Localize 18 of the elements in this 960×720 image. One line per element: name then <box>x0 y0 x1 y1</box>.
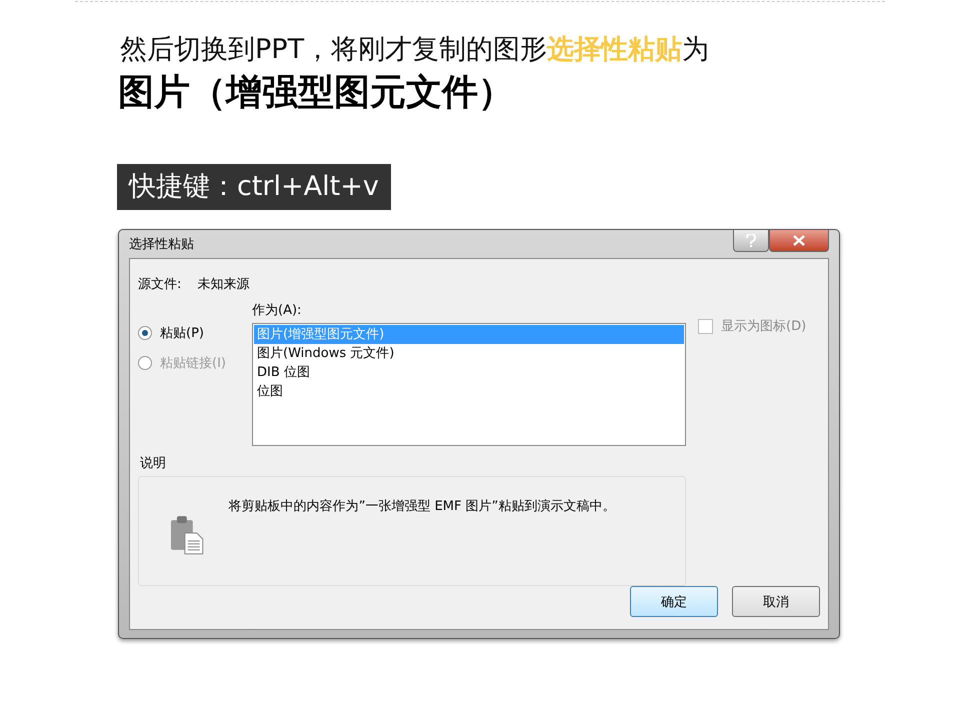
slide-subheading: 图片（增强型图元文件） <box>117 71 515 115</box>
dialog-button[interactable]: 取消 <box>732 586 820 617</box>
group-title: 说明 <box>139 455 167 472</box>
source-value: 未知来源 <box>197 276 250 293</box>
list-item[interactable]: 位图 <box>254 382 684 401</box>
slide-heading: 然后切换到PPT，将刚才复制的图形选择性粘贴为 <box>119 33 710 67</box>
close-icon[interactable] <box>769 230 829 252</box>
source-label: 源文件: <box>138 276 182 293</box>
dialog-title: 选择性粘贴 <box>129 236 194 253</box>
list-item[interactable]: DIB 位图 <box>254 363 684 382</box>
description-text: 将剪贴板中的内容作为”一张增强型 EMF 图片”粘贴到演示文稿中。 <box>228 498 616 516</box>
shortcut-label: 快捷键：ctrl+Alt+v <box>117 164 391 210</box>
radio-option[interactable]: 粘贴(P) <box>138 324 252 342</box>
list-item[interactable]: 图片(Windows 元文件) <box>254 344 684 363</box>
dialog-button[interactable]: 确定 <box>630 586 718 617</box>
list-label: 作为(A): <box>252 302 302 319</box>
help-icon[interactable] <box>733 230 769 252</box>
clipboard-icon <box>169 515 205 555</box>
